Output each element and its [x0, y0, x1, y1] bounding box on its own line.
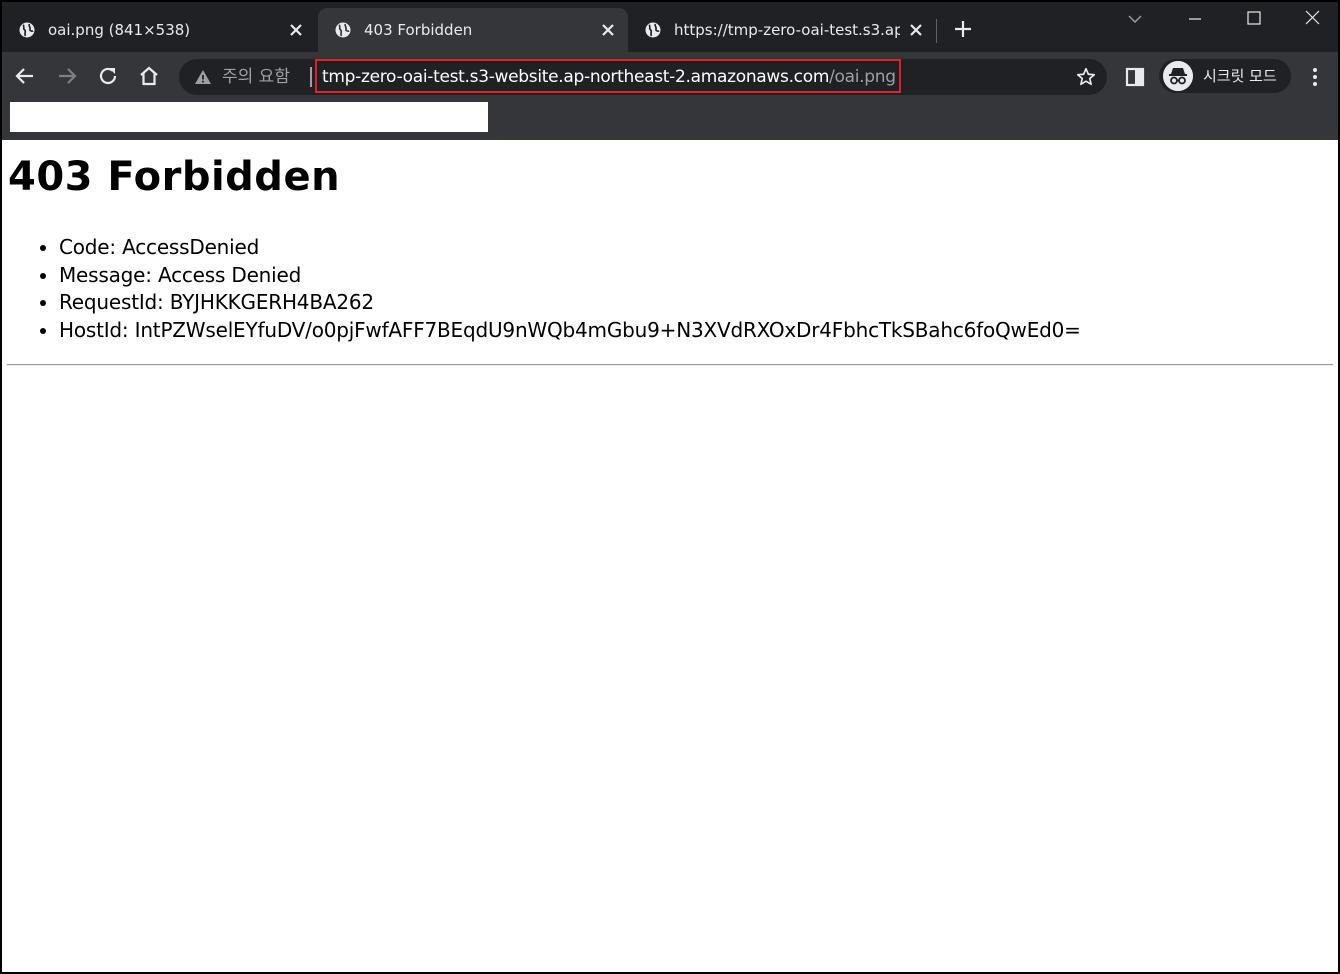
error-details-list: Code: AccessDenied Message: Access Denie…: [19, 234, 1081, 345]
address-bar[interactable]: 주의 요함 tmp-zero-oai-test.s3-website.ap-no…: [179, 59, 1107, 95]
back-button[interactable]: [13, 64, 37, 88]
error-host-id: HostId: IntPZWselEYfuDV/o0pjFwfAFF7BEqdU…: [59, 317, 1081, 345]
globe-icon: [645, 22, 661, 38]
close-icon[interactable]: [1302, 8, 1324, 30]
home-button[interactable]: [137, 64, 161, 88]
error-message: Message: Access Denied: [59, 262, 1081, 290]
tab-strip: oai.png (841×538) 403 Forbidden https://…: [2, 2, 1338, 52]
reload-button[interactable]: [96, 64, 120, 88]
incognito-profile-button[interactable]: 시크릿 모드: [1159, 59, 1291, 93]
tab-title: oai.png (841×538): [48, 21, 191, 39]
url-path: /oai.png: [829, 67, 896, 87]
redacted-bookmarks-area: [10, 102, 488, 132]
address-divider: [310, 67, 312, 87]
globe-icon: [19, 22, 35, 38]
star-icon[interactable]: [1075, 66, 1097, 88]
plus-icon[interactable]: [954, 20, 972, 38]
maximize-icon[interactable]: [1243, 8, 1265, 30]
url-text[interactable]: tmp-zero-oai-test.s3-website.ap-northeas…: [322, 59, 896, 95]
tab-403-forbidden[interactable]: 403 Forbidden: [318, 8, 628, 52]
close-icon[interactable]: [600, 22, 616, 38]
chevron-down-icon[interactable]: [1124, 8, 1146, 30]
horizontal-rule: [7, 364, 1333, 366]
tab-title: 403 Forbidden: [364, 21, 473, 39]
tab-oai-png[interactable]: oai.png (841×538): [2, 8, 318, 52]
kebab-menu-icon[interactable]: [1304, 65, 1326, 89]
error-request-id: RequestId: BYJHKKGERH4BA262: [59, 289, 1081, 317]
tab-s3-url[interactable]: https://tmp-zero-oai-test.s3.ap-r: [628, 8, 936, 52]
toolbar: 주의 요함 tmp-zero-oai-test.s3-website.ap-no…: [2, 52, 1338, 102]
browser-window: oai.png (841×538) 403 Forbidden https://…: [2, 2, 1338, 972]
bookmarks-bar: [2, 102, 1338, 140]
error-code: Code: AccessDenied: [59, 234, 1081, 262]
url-host: tmp-zero-oai-test.s3-website.ap-northeas…: [322, 67, 830, 87]
globe-icon: [335, 22, 351, 38]
incognito-label: 시크릿 모드: [1203, 67, 1277, 85]
page-title: 403 Forbidden: [8, 154, 341, 200]
forward-button[interactable]: [55, 64, 79, 88]
side-panel-icon[interactable]: [1124, 66, 1146, 88]
warning-icon[interactable]: [194, 68, 212, 86]
close-icon[interactable]: [908, 22, 924, 38]
close-icon[interactable]: [288, 22, 304, 38]
minimize-icon[interactable]: [1184, 8, 1206, 30]
tab-separator: [936, 19, 937, 43]
incognito-icon: [1163, 61, 1193, 91]
security-status-label[interactable]: 주의 요함: [222, 59, 290, 95]
tab-title: https://tmp-zero-oai-test.s3.ap-r: [674, 21, 900, 39]
page-content: 403 Forbidden Code: AccessDenied Message…: [2, 140, 1338, 972]
